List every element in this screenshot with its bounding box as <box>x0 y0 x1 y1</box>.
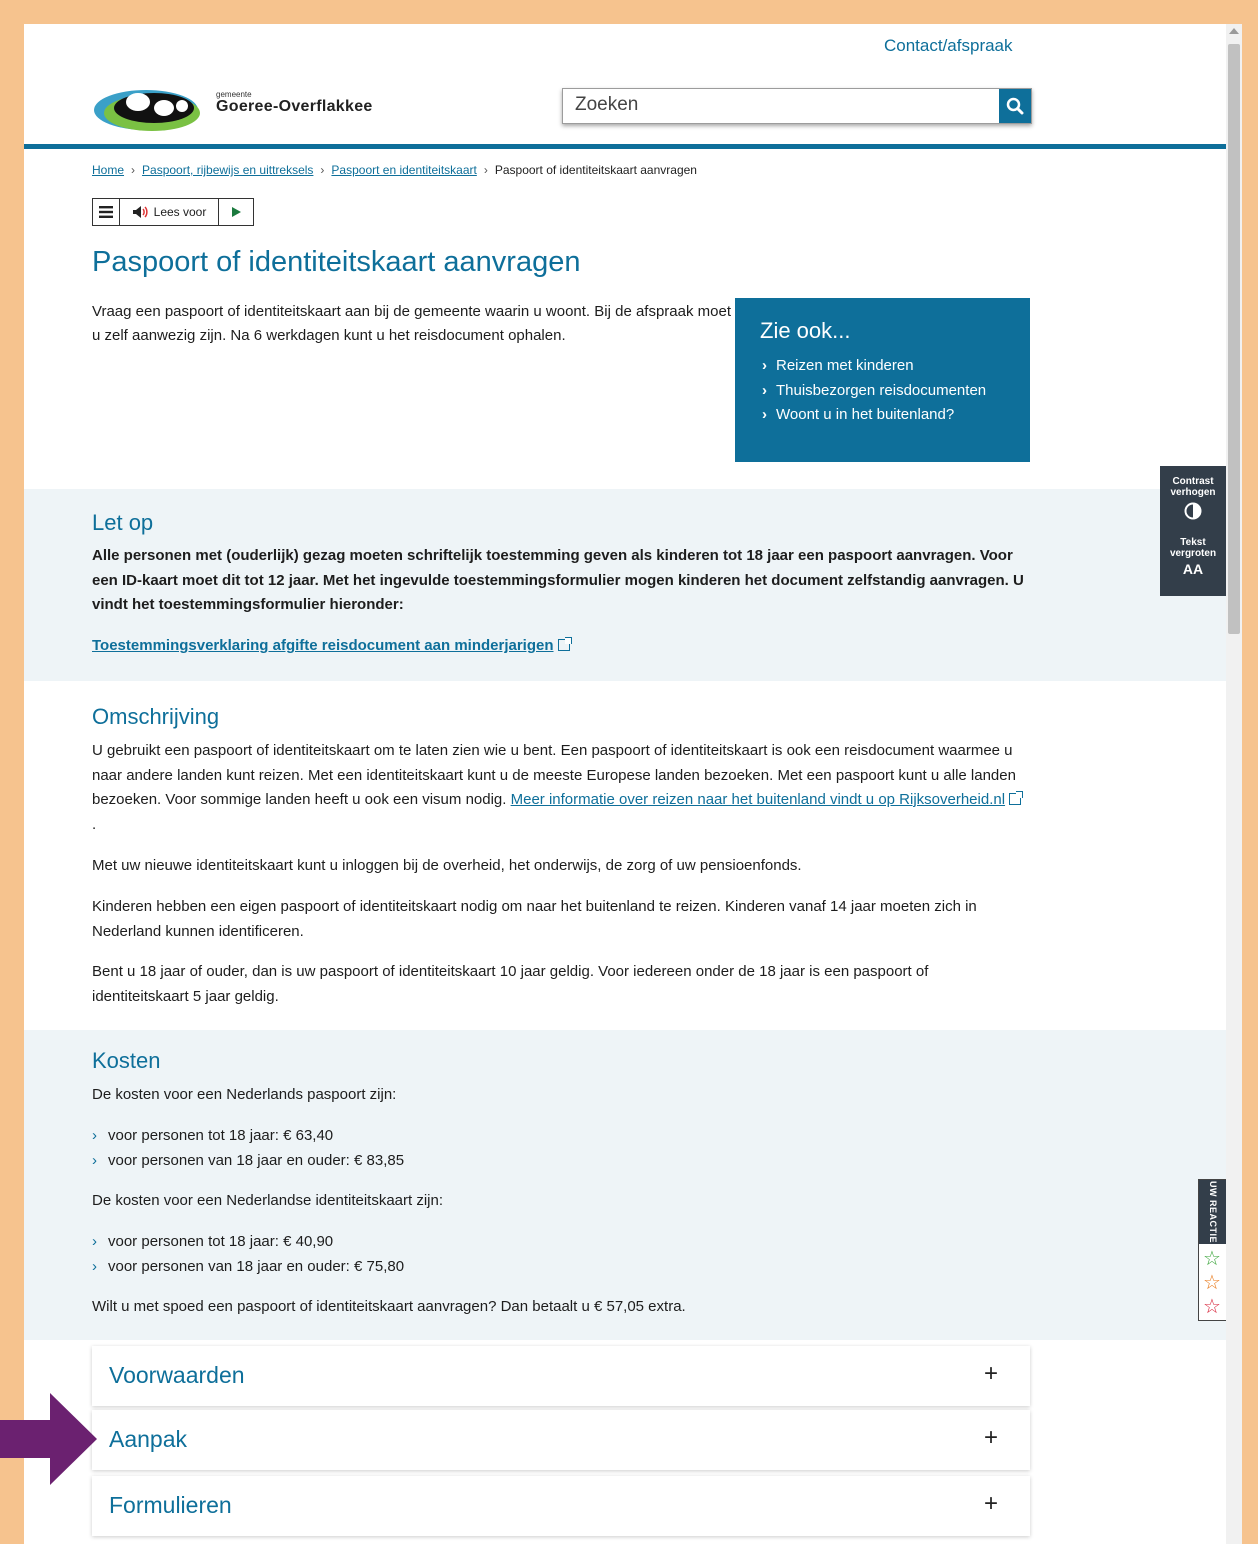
chevron-right-icon: › <box>92 1127 97 1144</box>
contrast-label-2: verhogen <box>1170 487 1216 498</box>
text-size-label-1: Tekst <box>1180 537 1206 548</box>
accessibility-tools: Contrast verhogen Tekst vergroten AA <box>1160 466 1226 596</box>
external-link-icon <box>1009 791 1024 805</box>
plus-icon: + <box>983 1490 998 1517</box>
text-size-icon: AA <box>1182 561 1204 577</box>
kosten-paspoort-intro: De kosten voor een Nederlands paspoort z… <box>92 1086 397 1103</box>
external-link-icon <box>557 637 572 651</box>
search-button[interactable] <box>999 89 1031 123</box>
kosten-paspoort-list: › voor personen tot 18 jaar: € 63,40 › voo… <box>92 1124 404 1173</box>
readspeaker-label: Lees voor <box>153 205 207 219</box>
breadcrumb-current: Paspoort of identiteitskaart aanvragen <box>494 163 697 177</box>
search-box <box>562 88 1032 124</box>
chevron-right-icon: › <box>762 357 767 374</box>
page-title: Paspoort of identiteitskaart aanvragen <box>92 246 581 278</box>
speaker-icon <box>132 206 148 218</box>
zie-ook-title: Zie ook... <box>760 318 851 343</box>
accordion-title: Aanpak <box>109 1426 188 1452</box>
accordion-title: Voorwaarden <box>109 1362 245 1388</box>
chevron-right-icon: › <box>762 381 767 399</box>
readspeaker-menu-button[interactable] <box>93 199 120 225</box>
plus-icon: + <box>983 1360 998 1387</box>
chevron-right-icon: › <box>131 163 136 177</box>
toestemming-link[interactable]: Toestemmingsverklaring afgifte reisdocum… <box>92 637 554 654</box>
search-input[interactable] <box>563 89 1007 121</box>
chevron-right-icon: › <box>320 163 325 177</box>
kosten-title: Kosten <box>92 1048 161 1073</box>
list-item: › voor personen tot 18 jaar: € 63,40 <box>92 1124 404 1149</box>
play-icon <box>232 207 241 217</box>
zie-ook-link-label: Thuisbezorgen reisdocumenten <box>776 381 987 399</box>
star-icon[interactable]: ☆ <box>1203 1296 1221 1318</box>
list-item-text: voor personen tot 18 jaar: € 40,90 <box>108 1233 334 1250</box>
chevron-right-icon: › <box>92 1257 97 1275</box>
contrast-label-1: Contrast <box>1172 476 1214 487</box>
accordion-aanpak[interactable]: Aanpak + <box>92 1410 1030 1470</box>
breadcrumb-paspoort-rijbewijs[interactable]: Paspoort, rijbewijs en uittreksels <box>142 163 313 177</box>
let-op-text: Alle personen met (ouderlijk) gezag moet… <box>92 547 1024 613</box>
omschrijving-title: Omschrijving <box>92 704 220 729</box>
readspeaker-play-button[interactable] <box>219 199 253 225</box>
zie-ook-link-label: Woont u in het buitenland? <box>776 406 955 423</box>
header-divider <box>24 144 1226 149</box>
chevron-right-icon: › <box>92 1233 97 1250</box>
scroll-up-icon[interactable] <box>1229 28 1239 34</box>
omschrijving-p1: U gebruikt een paspoort of identiteitska… <box>92 739 1024 837</box>
scrollbar-thumb[interactable] <box>1228 44 1240 634</box>
search-icon <box>1006 97 1024 115</box>
readspeaker-lees-voor-button[interactable]: Lees voor <box>120 199 219 225</box>
zie-ook-link-label: Reizen met kinderen <box>776 357 914 374</box>
omschrijving-p3: Kinderen hebben een eigen paspoort of id… <box>92 898 977 940</box>
contrast-icon <box>1184 502 1202 520</box>
contact-link[interactable]: Contact/afspraak <box>884 36 1013 56</box>
zie-ook-link-thuisbezorgen[interactable]: › Thuisbezorgen reisdocumenten <box>762 379 1012 404</box>
breadcrumb: Home › Paspoort, rijbewijs en uittreksels ›… <box>92 163 697 177</box>
text-size-button[interactable]: Tekst vergroten AA <box>1160 525 1226 577</box>
list-item: › voor personen van 18 jaar en ouder: € 8… <box>92 1149 404 1174</box>
omschrijving-p1-end: . <box>92 815 97 833</box>
readspeaker-bar: Lees voor <box>92 198 254 226</box>
logo-mark <box>94 90 200 131</box>
logo-name: Goeree-Overflakkee <box>216 98 373 115</box>
kosten-spoed: Wilt u met spoed een paspoort of identit… <box>92 1298 686 1315</box>
vertical-scrollbar[interactable] <box>1226 24 1242 1544</box>
feedback-label[interactable]: UW REACTIE <box>1199 1180 1226 1244</box>
annotation-arrow-icon <box>0 1393 97 1485</box>
omschrijving-p2: Met uw nieuwe identiteitskaart kunt u in… <box>92 857 802 874</box>
zie-ook-box: Zie ook... › Reizen met kinderen › Thuisbe… <box>735 298 1030 462</box>
star-icon[interactable]: ☆ <box>1203 1248 1221 1270</box>
kosten-section <box>24 1030 1226 1340</box>
chevron-right-icon: › <box>483 163 488 177</box>
kosten-id-list: › voor personen tot 18 jaar: € 40,90 › voo… <box>92 1230 404 1279</box>
chevron-right-icon: › <box>92 1151 97 1169</box>
accordion-formulieren[interactable]: Formulieren + <box>92 1476 1030 1536</box>
accordion-title: Formulieren <box>109 1492 232 1518</box>
text-size-label-2: vergroten <box>1169 548 1217 559</box>
rijksoverheid-link[interactable]: Meer informatie over reizen naar het bui… <box>511 791 1005 808</box>
list-item-text: voor personen van 18 jaar en ouder: € 75… <box>108 1257 405 1275</box>
star-icon[interactable]: ☆ <box>1203 1272 1221 1294</box>
kosten-id-intro: De kosten voor een Nederlandse identitei… <box>92 1192 444 1209</box>
zie-ook-link-buitenland[interactable]: › Woont u in het buitenland? <box>762 403 1012 428</box>
menu-icon <box>99 206 113 218</box>
let-op-link-row: Toestemmingsverklaring afgifte reisdocum… <box>92 634 1032 659</box>
chevron-right-icon: › <box>762 406 767 423</box>
list-item: › voor personen tot 18 jaar: € 40,90 <box>92 1230 404 1255</box>
intro-text: Vraag een paspoort of identiteitskaart a… <box>92 303 732 344</box>
breadcrumb-paspoort-identiteitskaart[interactable]: Paspoort en identiteitskaart <box>331 163 476 177</box>
page: Contact/afspraak gemeente Goeree-Overfla… <box>24 24 1226 1544</box>
feedback-widget: UW REACTIE ☆ ☆ ☆ <box>1198 1179 1226 1321</box>
contrast-button[interactable]: Contrast verhogen <box>1160 466 1226 525</box>
logo[interactable]: gemeente Goeree-Overflakkee <box>90 80 390 136</box>
accordion-voorwaarden[interactable]: Voorwaarden + <box>92 1346 1030 1406</box>
list-item: › voor personen van 18 jaar en ouder: € 7… <box>92 1255 404 1280</box>
breadcrumb-home[interactable]: Home <box>92 163 124 177</box>
list-item-text: voor personen van 18 jaar en ouder: € 83… <box>108 1151 405 1169</box>
zie-ook-link-reizen-met-kinderen[interactable]: › Reizen met kinderen <box>762 354 1012 379</box>
omschrijving-p4: Bent u 18 jaar of ouder, dan is uw paspo… <box>92 963 929 1005</box>
plus-icon: + <box>983 1424 998 1451</box>
list-item-text: voor personen tot 18 jaar: € 63,40 <box>108 1127 334 1144</box>
let-op-title: Let op <box>92 510 154 535</box>
